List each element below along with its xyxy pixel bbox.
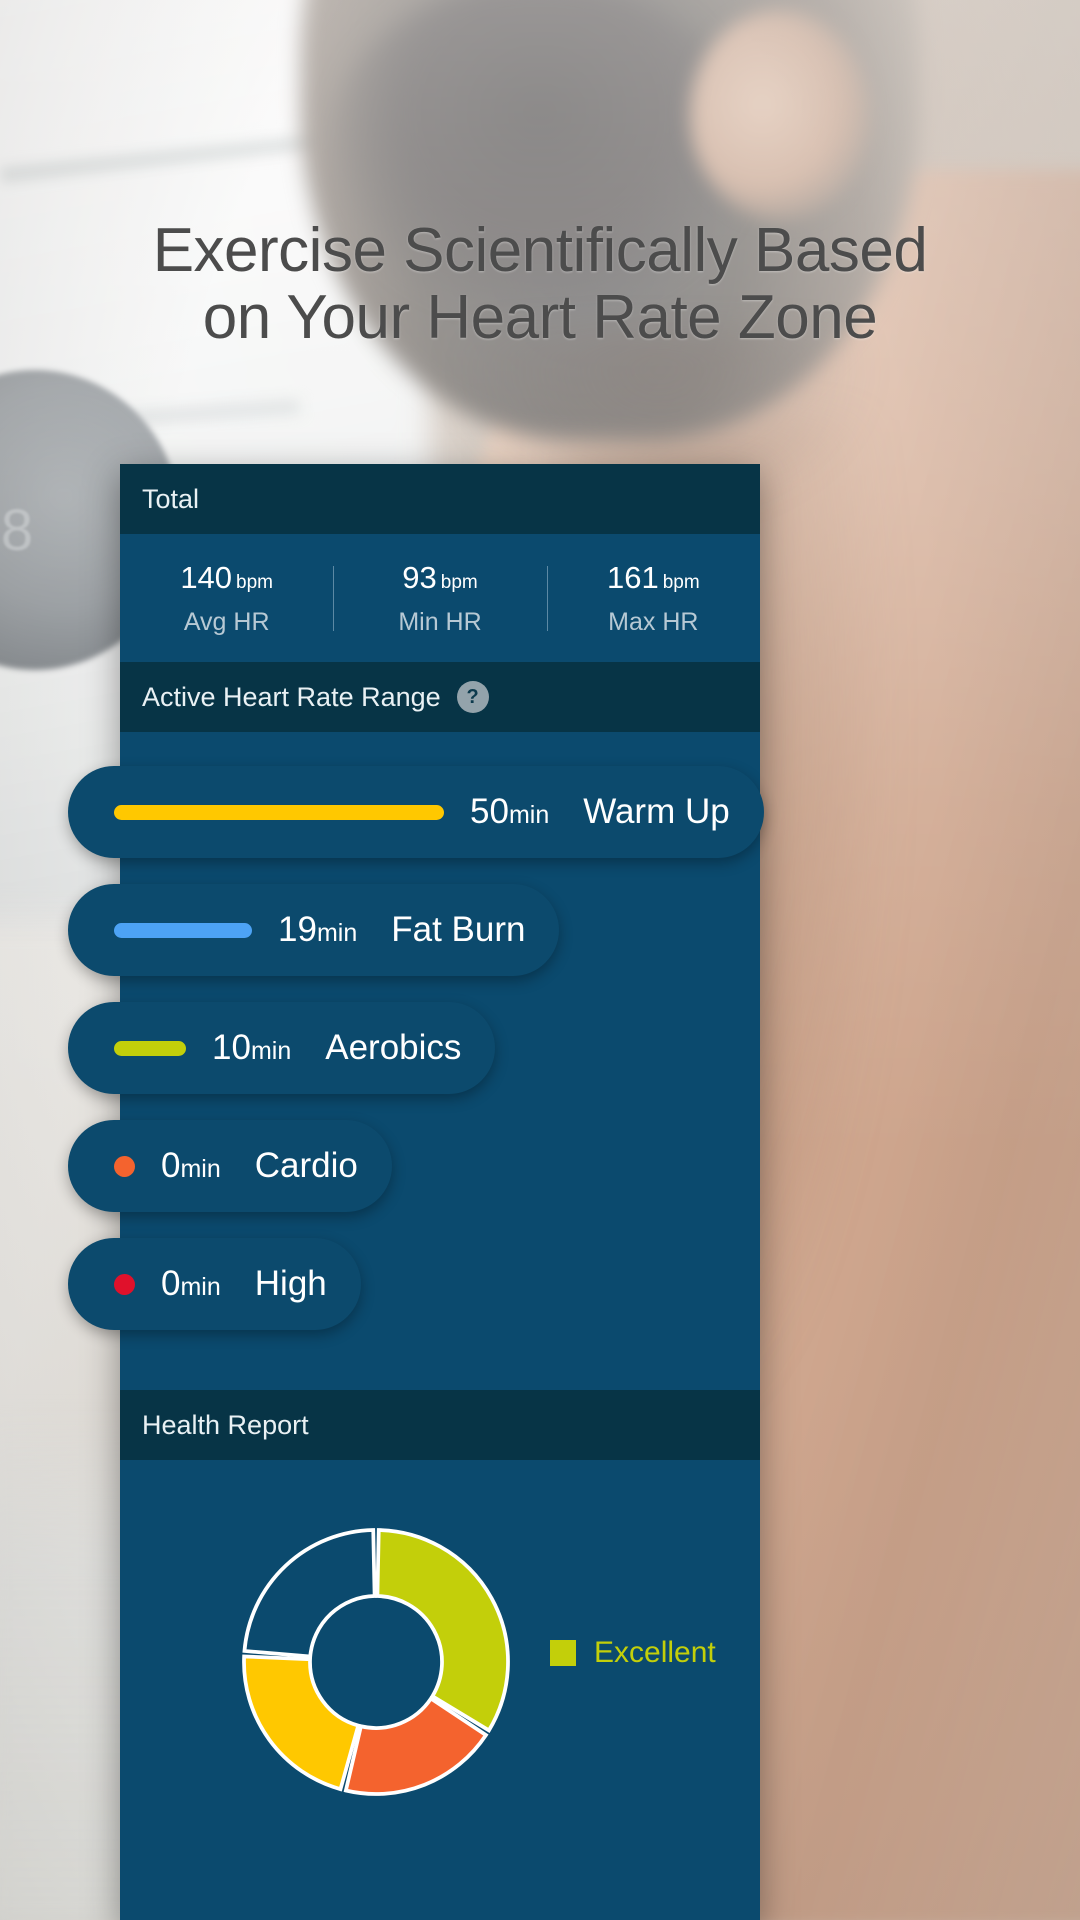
donut-segment[interactable] — [242, 1528, 377, 1659]
zone-row[interactable]: 50min Warm Up — [68, 766, 764, 858]
stat-max-hr: 161 bpm Max HR — [546, 560, 760, 637]
zone-marker-dot-icon — [114, 1155, 135, 1177]
zone-pill[interactable]: 50min Warm Up — [68, 766, 764, 858]
zone-minutes: 0min — [161, 1146, 221, 1186]
zone-minutes-unit: min — [180, 1273, 221, 1301]
avg-hr-label: Avg HR — [183, 607, 270, 636]
zone-row[interactable]: 10min Aerobics — [68, 1002, 760, 1094]
zone-pill[interactable]: 0min High — [68, 1238, 361, 1330]
min-hr-value: 93 — [402, 559, 437, 595]
avg-hr-value-group: 140 bpm — [120, 560, 333, 596]
min-hr-unit: bpm — [440, 571, 478, 593]
legend-label: Excellent — [594, 1636, 716, 1669]
zone-minutes-unit: min — [508, 801, 550, 829]
zone-pill[interactable]: 19min Fat Burn — [68, 884, 560, 976]
zone-minutes: 0min — [161, 1264, 221, 1304]
zone-minutes: 50min — [470, 792, 549, 832]
total-section-header: Total — [120, 464, 760, 534]
min-hr-value-group: 93 bpm — [333, 560, 546, 596]
max-hr-value: 161 — [606, 559, 659, 595]
donut-svg — [242, 1528, 510, 1796]
zone-name: High — [254, 1264, 327, 1303]
zone-name: Fat Burn — [391, 910, 526, 949]
health-report-title: Health Report — [142, 1409, 309, 1440]
zone-minutes-unit: min — [180, 1155, 221, 1183]
zone-minutes: 19min — [278, 910, 357, 950]
question-mark-icon[interactable]: ? — [456, 681, 489, 713]
zone-name: Warm Up — [583, 792, 730, 831]
donut-chart-legend: Excellent — [550, 1636, 716, 1670]
headline-line-1: Exercise Scientifically Based — [152, 216, 928, 285]
headline-line-2: on Your Heart Rate Zone — [202, 282, 878, 352]
avg-hr-value: 140 — [180, 559, 233, 595]
active-range-title: Active Heart Rate Range — [142, 681, 441, 712]
zone-minutes-value: 10 — [212, 1028, 251, 1067]
zone-minutes-unit: min — [250, 1037, 292, 1065]
zone-minutes-value: 0 — [161, 1146, 181, 1185]
zone-row[interactable]: 0min Cardio — [68, 1120, 760, 1212]
heart-rate-stats-row: 140 bpm Avg HR 93 bpm Min HR 161 bpm Max HR — [120, 534, 760, 662]
health-score-donut-chart — [226, 1512, 526, 1800]
donut-segment[interactable] — [242, 1654, 361, 1792]
legend-swatch-icon — [550, 1640, 576, 1666]
zone-minutes: 10min — [212, 1028, 291, 1068]
zone-minutes-value: 0 — [161, 1264, 181, 1303]
min-hr-label: Min HR — [398, 607, 482, 636]
zone-minutes-unit: min — [316, 919, 358, 947]
zone-name: Cardio — [254, 1146, 358, 1185]
page-headline: Exercise Scientifically Based on Your He… — [0, 216, 1080, 352]
zone-pill[interactable]: 0min Cardio — [68, 1120, 392, 1212]
max-hr-label: Max HR — [608, 607, 699, 636]
donut-segment[interactable] — [375, 1528, 510, 1733]
legend-item: Excellent — [550, 1636, 716, 1670]
zone-name: Aerobics — [325, 1028, 462, 1067]
total-title: Total — [142, 483, 200, 514]
zone-pill[interactable]: 10min Aerobics — [68, 1002, 496, 1094]
zone-row[interactable]: 19min Fat Burn — [68, 884, 760, 976]
zone-minutes-value: 19 — [278, 910, 317, 949]
max-hr-unit: bpm — [662, 571, 700, 593]
zone-minutes-value: 50 — [470, 792, 509, 831]
zone-duration-bar — [114, 804, 444, 820]
zone-duration-bar — [114, 1040, 186, 1056]
avg-hr-unit: bpm — [236, 571, 274, 593]
zone-marker-dot-icon — [114, 1273, 135, 1295]
heart-rate-zone-list: 50min Warm Up 19min Fat Burn 10min Aerobics 0m… — [68, 732, 764, 1390]
app-screenshot-card: Total 140 bpm Avg HR 93 bpm Min HR 161 bpm … — [68, 464, 764, 1920]
zone-duration-bar — [114, 922, 252, 938]
health-report-section-header: Health Report — [120, 1390, 760, 1460]
health-report-body: Excellent — [120, 1460, 760, 1800]
stat-min-hr: 93 bpm Min HR — [333, 560, 546, 637]
stat-avg-hr: 140 bpm Avg HR — [120, 560, 333, 637]
active-range-section-header: Active Heart Rate Range ? — [120, 662, 760, 732]
zone-row[interactable]: 0min High — [68, 1238, 760, 1330]
max-hr-value-group: 161 bpm — [547, 560, 760, 596]
